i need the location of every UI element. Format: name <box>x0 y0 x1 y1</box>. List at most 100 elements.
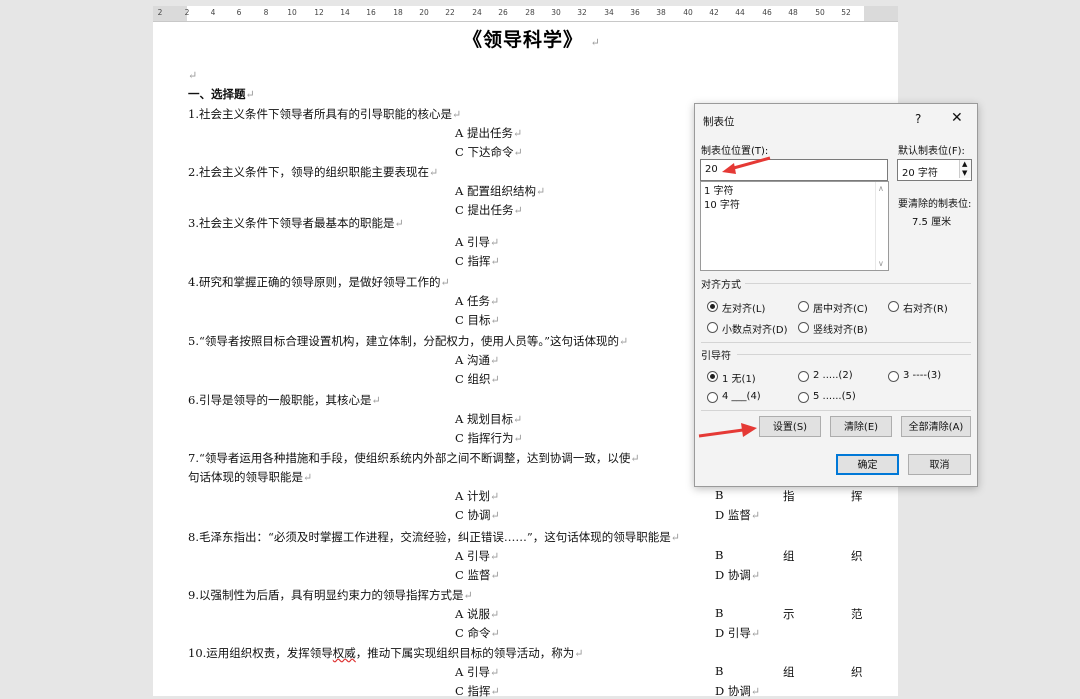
alignment-label[interactable]: 居中对齐(C) <box>813 300 868 315</box>
option-b: B指挥 <box>715 488 863 503</box>
option-c: C 目标↵ <box>455 313 500 327</box>
clear-all-button[interactable]: 全部清除(A) <box>901 416 971 437</box>
leader-radio[interactable] <box>888 371 899 382</box>
option-c: C 指挥↵ <box>455 254 500 268</box>
leader-label[interactable]: 1 无(1) <box>722 370 756 385</box>
question-text: 5.“领导者按照目标合理设置机构，建立体制，分配权力，使用人员等。”这句话体现的… <box>188 334 629 348</box>
ruler-number: 44 <box>735 8 745 17</box>
ruler-number: 4 <box>210 8 216 17</box>
default-tab-stepper[interactable]: 20 字符 ▲ ▼ <box>897 159 972 181</box>
clear-button[interactable]: 清除(E) <box>830 416 892 437</box>
clear-tabs-value: 7.5 厘米 <box>912 217 952 228</box>
ruler-number: 22 <box>445 8 455 17</box>
option-c: C 指挥↵ <box>455 684 500 698</box>
ruler-number: 12 <box>314 8 324 17</box>
alignment-label[interactable]: 小数点对齐(D) <box>722 321 788 336</box>
scroll-up-icon[interactable]: ∧ <box>878 184 884 193</box>
option-d: D 监督↵ <box>715 508 761 522</box>
question-text: 10.运用组织权责，发挥领导权威，推动下属实现组织目标的领导活动，称为↵ <box>188 646 584 660</box>
tab-stops-list[interactable]: 1 字符 10 字符 ∧ ∨ <box>700 181 889 271</box>
spin-down-icon[interactable]: ▼ <box>962 169 967 177</box>
alignment-label[interactable]: 竖线对齐(B) <box>813 321 868 336</box>
ok-button[interactable]: 确定 <box>836 454 899 475</box>
option-d: D 引导↵ <box>715 626 761 640</box>
ruler-number: 42 <box>709 8 719 17</box>
ruler-number: 18 <box>393 8 403 17</box>
alignment-radio[interactable] <box>798 301 809 312</box>
question-text: 2.社会主义条件下，领导的组织职能主要表现在↵ <box>188 165 439 179</box>
ruler-number: 26 <box>498 8 508 17</box>
ruler-number: 20 <box>419 8 429 17</box>
ruler-number: 32 <box>577 8 587 17</box>
option-a: A 说服↵ <box>455 607 500 621</box>
section-heading: 一、选择题↵ <box>188 87 255 101</box>
option-c: C 命令↵ <box>455 626 500 640</box>
ruler-number: 2 <box>157 8 163 17</box>
leader-label[interactable]: 4 ___(4) <box>722 391 761 402</box>
horizontal-ruler[interactable]: 2 2 4 6 8 10 12 14 16 18 20 22 24 26 28 30 32 34 36 38 40 42 4… <box>153 6 898 22</box>
option-a: A 提出任务↵ <box>455 126 523 140</box>
alignment-radio[interactable] <box>798 322 809 333</box>
option-b: B组织 <box>715 548 863 563</box>
ruler-number: 30 <box>551 8 561 17</box>
ruler-number: 14 <box>340 8 350 17</box>
option-c: C 提出任务↵ <box>455 203 523 217</box>
alignment-radio[interactable] <box>707 301 718 312</box>
option-b: B示范 <box>715 606 863 621</box>
option-a: A 规划目标↵ <box>455 412 523 426</box>
leader-radio[interactable] <box>707 371 718 382</box>
tab-stop-item[interactable]: 1 字符 <box>704 185 740 199</box>
option-c: C 监督↵ <box>455 568 500 582</box>
close-icon[interactable]: ✕ <box>951 110 963 126</box>
question-text: 9.以强制性为后盾，具有明显约束力的领导指挥方式是↵ <box>188 588 473 602</box>
ruler-number: 50 <box>815 8 825 17</box>
leader-radio[interactable] <box>798 371 809 382</box>
leader-label[interactable]: 5 ......(5) <box>813 391 856 402</box>
tab-stop-item[interactable]: 10 字符 <box>704 199 740 213</box>
ruler-number: 46 <box>762 8 772 17</box>
question-text: 1.社会主义条件下领导者所具有的引导职能的核心是↵ <box>188 107 462 121</box>
option-d: D 协调↵ <box>715 568 761 582</box>
question-text: 8.毛泽东指出：“必须及时掌握工作进程，交流经验，纠正错误……”，这句话体现的领… <box>188 530 680 544</box>
alignment-label[interactable]: 右对齐(R) <box>903 300 948 315</box>
cancel-button[interactable]: 取消 <box>908 454 971 475</box>
leader-label[interactable]: 3 ----(3) <box>903 370 941 381</box>
option-a: A 引导↵ <box>455 235 500 249</box>
ruler-number: 52 <box>841 8 851 17</box>
set-button[interactable]: 设置(S) <box>759 416 821 437</box>
option-a: A 引导↵ <box>455 549 500 563</box>
alignment-radio[interactable] <box>888 301 899 312</box>
alignment-label[interactable]: 左对齐(L) <box>722 300 765 315</box>
question-text: 4.研究和掌握正确的领导原则，是做好领导工作的↵ <box>188 275 450 289</box>
annotation-arrow-icon <box>698 423 757 438</box>
list-scrollbar[interactable]: ∧ ∨ <box>875 182 888 270</box>
spin-buttons[interactable]: ▲ ▼ <box>959 160 971 178</box>
option-c: C 指挥行为↵ <box>455 431 523 445</box>
ruler-number: 28 <box>525 8 535 17</box>
ruler-number: 6 <box>236 8 242 17</box>
leader-radio[interactable] <box>707 392 718 403</box>
option-a: A 计划↵ <box>455 489 500 503</box>
question-text: 3.社会主义条件下领导者最基本的职能是↵ <box>188 216 404 230</box>
question-text: 6.引导是领导的一般职能，其核心是↵ <box>188 393 381 407</box>
option-d: D 协调↵ <box>715 684 761 698</box>
ruler-number: 38 <box>656 8 666 17</box>
ruler-number: 24 <box>472 8 482 17</box>
clear-tabs-label: 要清除的制表位: <box>898 199 972 210</box>
scroll-down-icon[interactable]: ∨ <box>878 259 884 268</box>
ruler-number: 8 <box>263 8 269 17</box>
ruler-number: 10 <box>287 8 297 17</box>
empty-paragraph: ↵ <box>188 69 198 82</box>
alignment-radio[interactable] <box>707 322 718 333</box>
spin-up-icon[interactable]: ▲ <box>962 160 967 168</box>
ruler-number: 2 <box>184 8 190 17</box>
help-button[interactable]: ? <box>915 112 921 126</box>
option-a: A 配置组织结构↵ <box>455 184 546 198</box>
ruler-number: 40 <box>683 8 693 17</box>
question-text-cont: 句话体现的领导职能是↵ <box>188 470 313 484</box>
option-a: A 引导↵ <box>455 665 500 679</box>
leader-label[interactable]: 2 .....(2) <box>813 370 853 381</box>
leader-radio[interactable] <box>798 392 809 403</box>
document-title: 《领导科学》 ↵ <box>463 29 601 51</box>
default-tab-label: 默认制表位(F): <box>898 146 965 157</box>
